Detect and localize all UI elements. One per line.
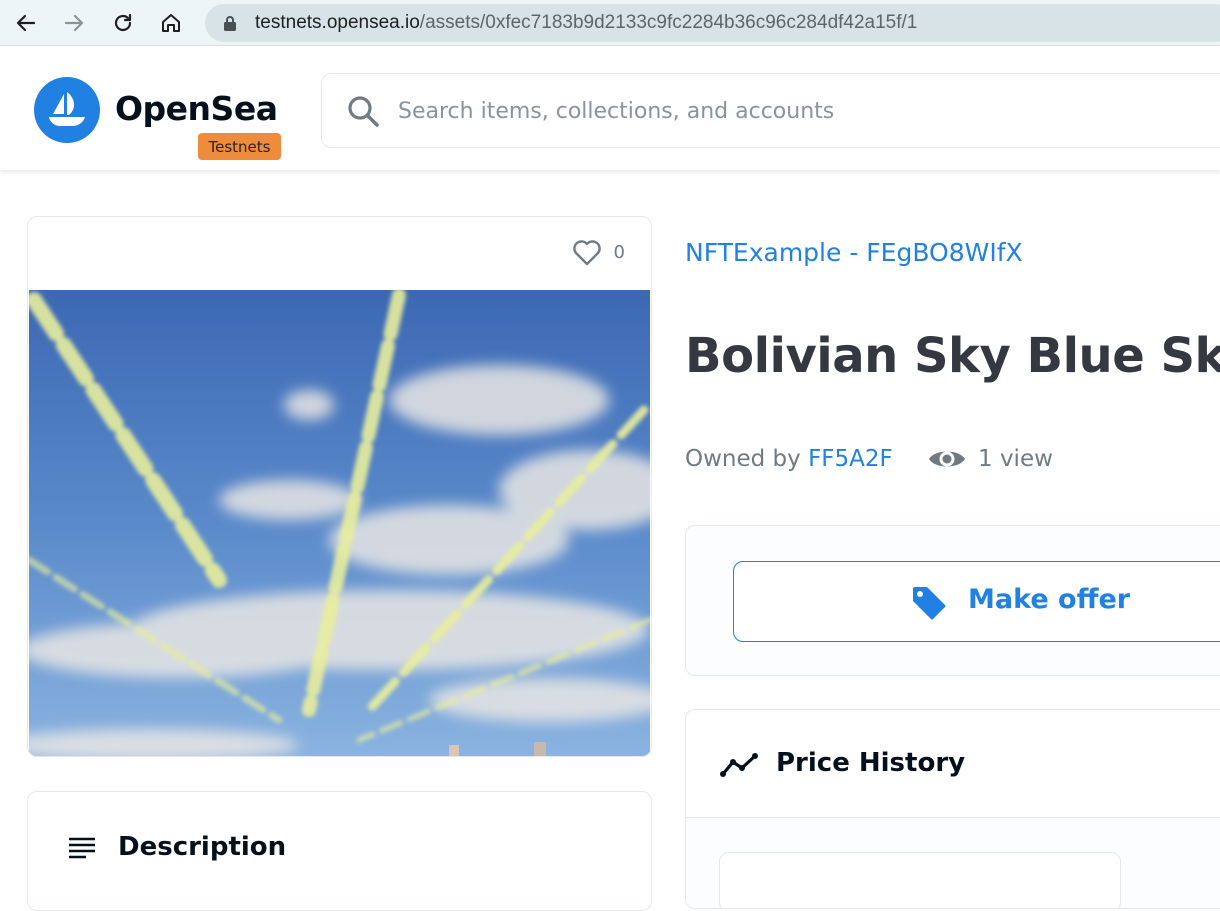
lock-icon xyxy=(224,16,236,31)
view-count: 1 view xyxy=(978,446,1053,472)
testnets-badge: Testnets xyxy=(198,133,281,160)
back-button[interactable] xyxy=(10,7,42,39)
url-path: /assets/0xfec7183b9d2133c9fc2284b36c96c2… xyxy=(419,12,918,33)
make-offer-button[interactable]: Make offer xyxy=(733,561,1220,642)
collection-link[interactable]: NFTExample - FEgBO8WIfX xyxy=(685,238,1023,267)
time-filter-select[interactable] xyxy=(719,852,1121,908)
site-header: OpenSea Testnets xyxy=(0,47,1220,170)
search-input[interactable] xyxy=(398,94,1198,128)
description-section[interactable]: Description xyxy=(27,791,652,911)
tag-icon xyxy=(913,587,946,620)
reload-icon xyxy=(114,13,132,32)
browser-toolbar: testnets.opensea.io/assets/0xfec7183b9d2… xyxy=(0,0,1220,46)
favorites-count: 0 xyxy=(613,242,625,263)
price-history-body xyxy=(686,818,1220,908)
reload-button[interactable] xyxy=(107,7,139,39)
asset-image-card: 0 xyxy=(27,216,652,757)
price-history-title: Price History xyxy=(776,748,966,778)
eye-icon xyxy=(929,451,965,467)
search-bar[interactable] xyxy=(321,73,1220,148)
price-history-header[interactable]: Price History xyxy=(686,710,1220,818)
url-text: testnets.opensea.io/assets/0xfec7183b9d2… xyxy=(255,12,917,34)
home-button[interactable] xyxy=(155,7,187,39)
price-history-section: Price History xyxy=(685,709,1220,909)
owner-line: Owned by FF5A2F xyxy=(685,446,893,472)
owner-link[interactable]: FF5A2F xyxy=(808,446,893,472)
owned-by-label: Owned by xyxy=(685,446,801,472)
arrow-left-icon xyxy=(16,14,36,32)
arrow-right-icon xyxy=(64,14,84,32)
nft-image[interactable] xyxy=(29,290,650,756)
favorite-button[interactable]: 0 xyxy=(572,239,625,266)
offer-panel: Make offer xyxy=(685,525,1220,676)
opensea-logo[interactable] xyxy=(34,77,100,143)
url-domain: testnets.opensea.io xyxy=(255,12,420,33)
description-title: Description xyxy=(118,832,287,862)
address-bar[interactable]: testnets.opensea.io/assets/0xfec7183b9d2… xyxy=(205,4,1220,42)
ship-icon xyxy=(49,92,85,126)
home-icon xyxy=(162,14,180,32)
search-icon xyxy=(348,96,379,127)
brand-name[interactable]: OpenSea xyxy=(115,89,278,128)
trend-line-icon xyxy=(720,753,758,777)
forward-button[interactable] xyxy=(58,7,90,39)
asset-title: Bolivian Sky Blue Sky xyxy=(685,328,1220,384)
menu-lines-icon xyxy=(69,837,95,859)
make-offer-label: Make offer xyxy=(968,584,1131,615)
heart-icon xyxy=(572,240,601,266)
